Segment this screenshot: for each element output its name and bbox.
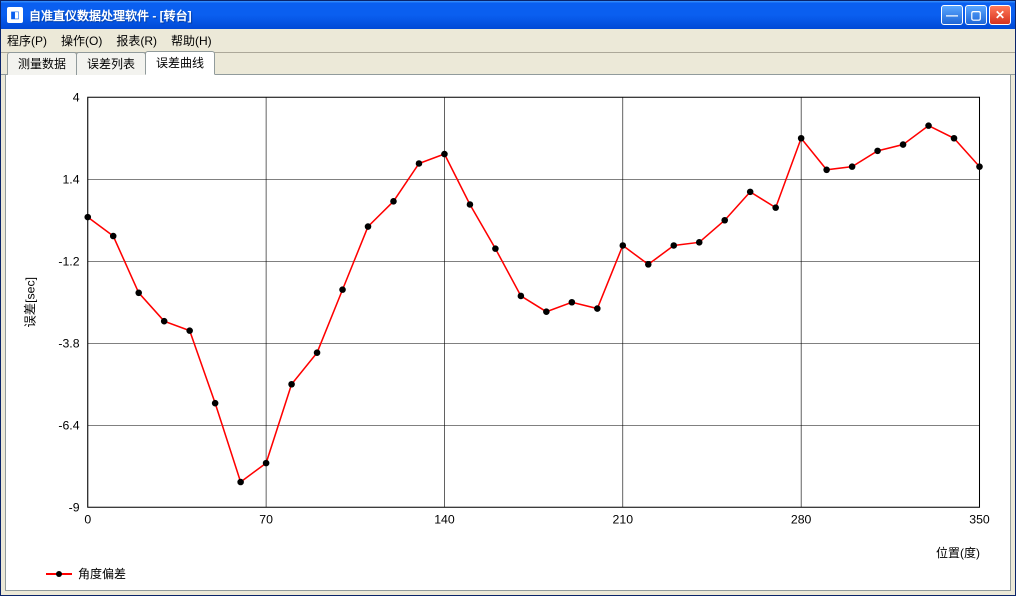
svg-text:280: 280 <box>791 513 812 527</box>
menu-report[interactable]: 报表(R) <box>116 32 157 49</box>
svg-text:-1.2: -1.2 <box>58 254 79 268</box>
svg-text:误差[sec]: 误差[sec] <box>23 277 37 328</box>
svg-text:-6.4: -6.4 <box>58 418 79 432</box>
svg-text:1.4: 1.4 <box>62 172 79 186</box>
menu-help[interactable]: 帮助(H) <box>171 32 212 49</box>
menu-program[interactable]: 程序(P) <box>7 32 47 49</box>
svg-text:140: 140 <box>434 513 455 527</box>
svg-text:70: 70 <box>259 513 273 527</box>
svg-text:4: 4 <box>73 90 80 104</box>
tab-measure-data[interactable]: 测量数据 <box>7 52 77 75</box>
app-icon: ◧ <box>7 7 23 23</box>
close-button[interactable]: ✕ <box>989 5 1011 25</box>
svg-text:-9: -9 <box>69 500 80 514</box>
error-curve-chart: 0 70 140 210 280 350 -9 -6.4 -3.8 -1.2 1.4 4 误差[sec] <box>16 83 1000 542</box>
window-controls: — ▢ ✕ <box>941 5 1011 25</box>
x-axis-label: 位置(度) <box>16 544 1000 561</box>
tab-error-curve[interactable]: 误差曲线 <box>145 51 215 75</box>
legend-label: 角度偏差 <box>78 565 126 582</box>
minimize-button[interactable]: — <box>941 5 963 25</box>
chart-area: 0 70 140 210 280 350 -9 -6.4 -3.8 -1.2 1.4 4 误差[sec]… <box>16 83 1000 582</box>
maximize-button[interactable]: ▢ <box>965 5 987 25</box>
menubar: 程序(P) 操作(O) 报表(R) 帮助(H) <box>1 29 1015 53</box>
svg-text:0: 0 <box>84 513 91 527</box>
window-title: 自准直仪数据处理软件 - [转台] <box>29 7 941 24</box>
menu-operate[interactable]: 操作(O) <box>61 32 102 49</box>
tab-strip: 测量数据 误差列表 误差曲线 <box>1 53 1015 75</box>
svg-text:210: 210 <box>613 513 634 527</box>
legend-swatch-icon <box>46 573 72 575</box>
titlebar[interactable]: ◧ 自准直仪数据处理软件 - [转台] — ▢ ✕ <box>1 1 1015 29</box>
tab-content: 0 70 140 210 280 350 -9 -6.4 -3.8 -1.2 1.4 4 误差[sec]… <box>5 75 1011 591</box>
chart-legend: 角度偏差 <box>46 565 1000 582</box>
app-window: ◧ 自准直仪数据处理软件 - [转台] — ▢ ✕ 程序(P) 操作(O) 报表… <box>0 0 1016 596</box>
tab-error-list[interactable]: 误差列表 <box>76 52 146 75</box>
svg-text:350: 350 <box>969 513 990 527</box>
svg-text:-3.8: -3.8 <box>58 336 79 350</box>
